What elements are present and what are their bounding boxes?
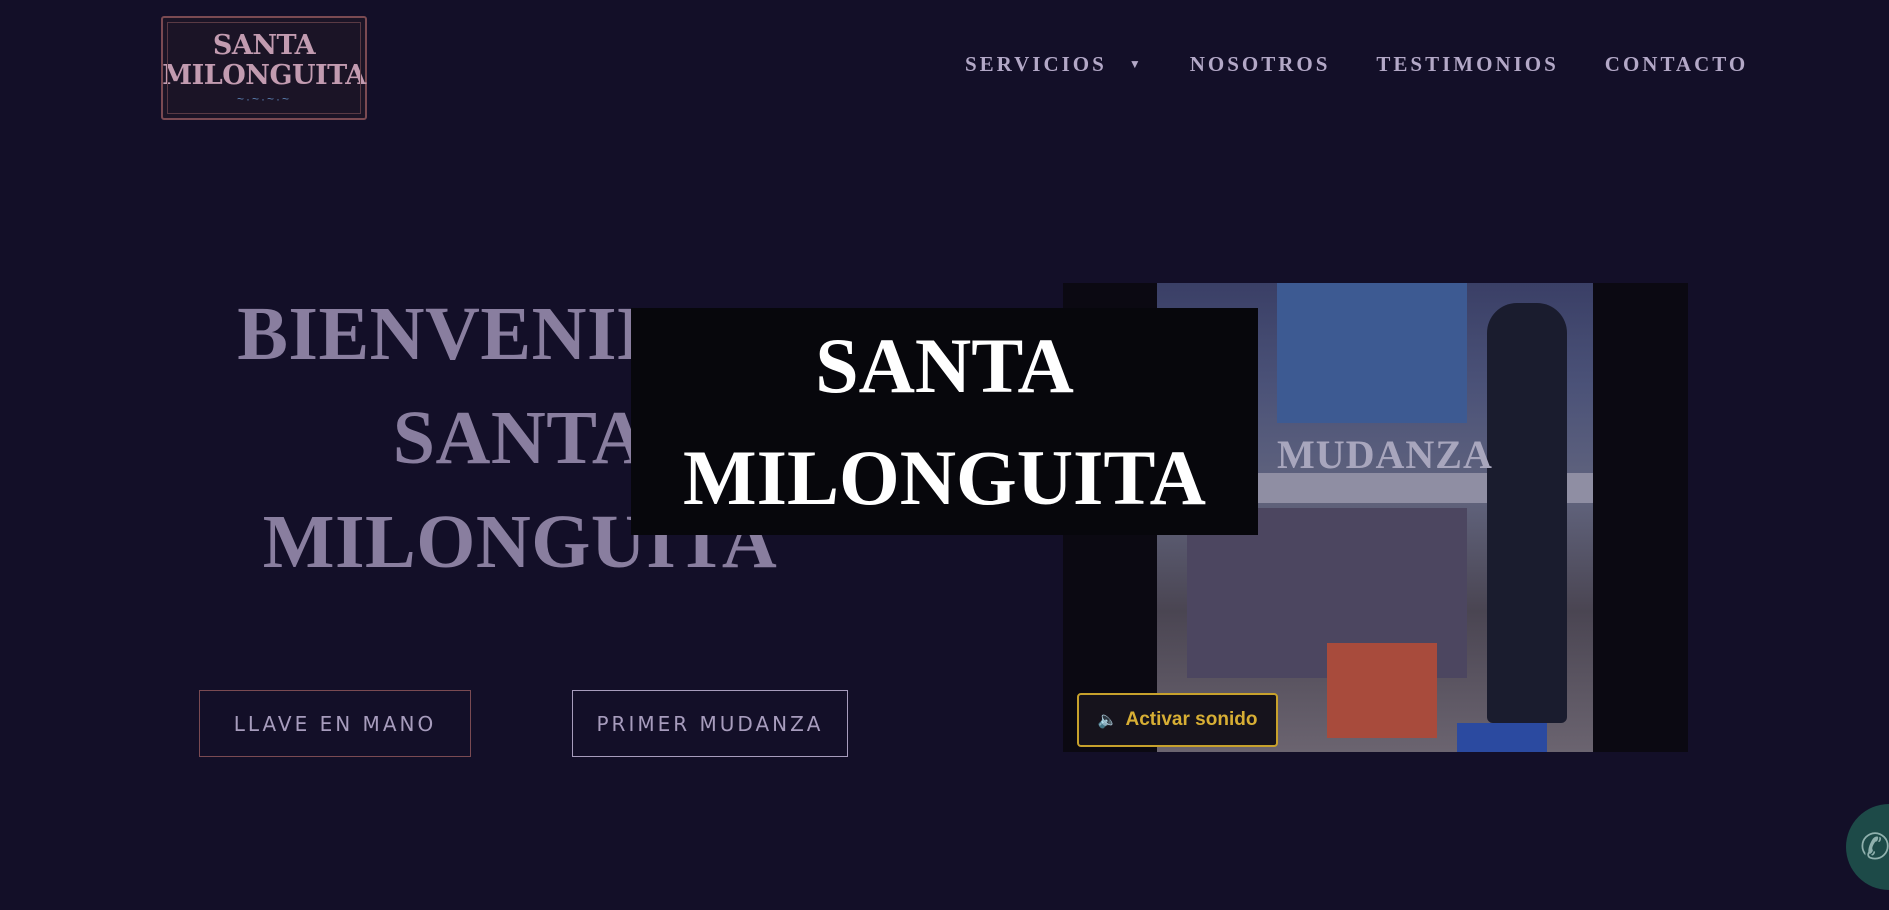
nav-label-servicios: SERVICIOS	[965, 52, 1107, 76]
video-caption: MUDANZA	[1277, 432, 1493, 477]
llave-en-mano-button[interactable]: LLAVE EN MANO	[199, 690, 471, 757]
whatsapp-icon: ✆	[1860, 826, 1889, 868]
video-scene-box	[1457, 723, 1547, 752]
whatsapp-button[interactable]: ✆	[1846, 804, 1889, 890]
nav-label-testimonios: TESTIMONIOS	[1376, 52, 1559, 76]
video-scene-person	[1487, 303, 1567, 723]
page: SANTA MILONGUITA ~·~·~·~ SERVICIOS ▼ NOS…	[0, 0, 1889, 910]
logo-ornament: ~·~·~·~	[236, 92, 292, 106]
chevron-down-icon[interactable]: ▼	[1129, 57, 1144, 72]
overlay-line-1: SANTA	[815, 321, 1074, 409]
logo-line-2: MILONGUITA	[162, 60, 366, 91]
nav-item-testimonios[interactable]: TESTIMONIOS	[1376, 52, 1558, 77]
overlay-line-2: MILONGUITA	[683, 433, 1206, 521]
speaker-icon: 🔈	[1097, 712, 1118, 729]
nav-item-servicios[interactable]: SERVICIOS ▼	[965, 52, 1144, 77]
primer-mudanza-button[interactable]: PRIMER MUDANZA	[572, 690, 848, 757]
nav-item-nosotros[interactable]: NOSOTROS	[1190, 52, 1331, 77]
title-overlay: SANTA MILONGUITA	[631, 308, 1258, 535]
main-nav: SERVICIOS ▼ NOSOTROS TESTIMONIOS CONTACT…	[965, 52, 1748, 77]
activate-sound-label: Activar sonido	[1125, 709, 1258, 730]
nav-item-contacto[interactable]: CONTACTO	[1605, 52, 1748, 77]
nav-label-contacto: CONTACTO	[1604, 52, 1749, 76]
logo-line-1: SANTA	[212, 30, 316, 61]
video-scene-basket	[1327, 643, 1437, 738]
site-logo[interactable]: SANTA MILONGUITA ~·~·~·~	[161, 16, 367, 120]
video-scene-window	[1277, 283, 1467, 423]
activate-sound-button[interactable]: 🔈 Activar sonido	[1077, 693, 1278, 747]
nav-label-nosotros: NOSOTROS	[1189, 52, 1331, 76]
